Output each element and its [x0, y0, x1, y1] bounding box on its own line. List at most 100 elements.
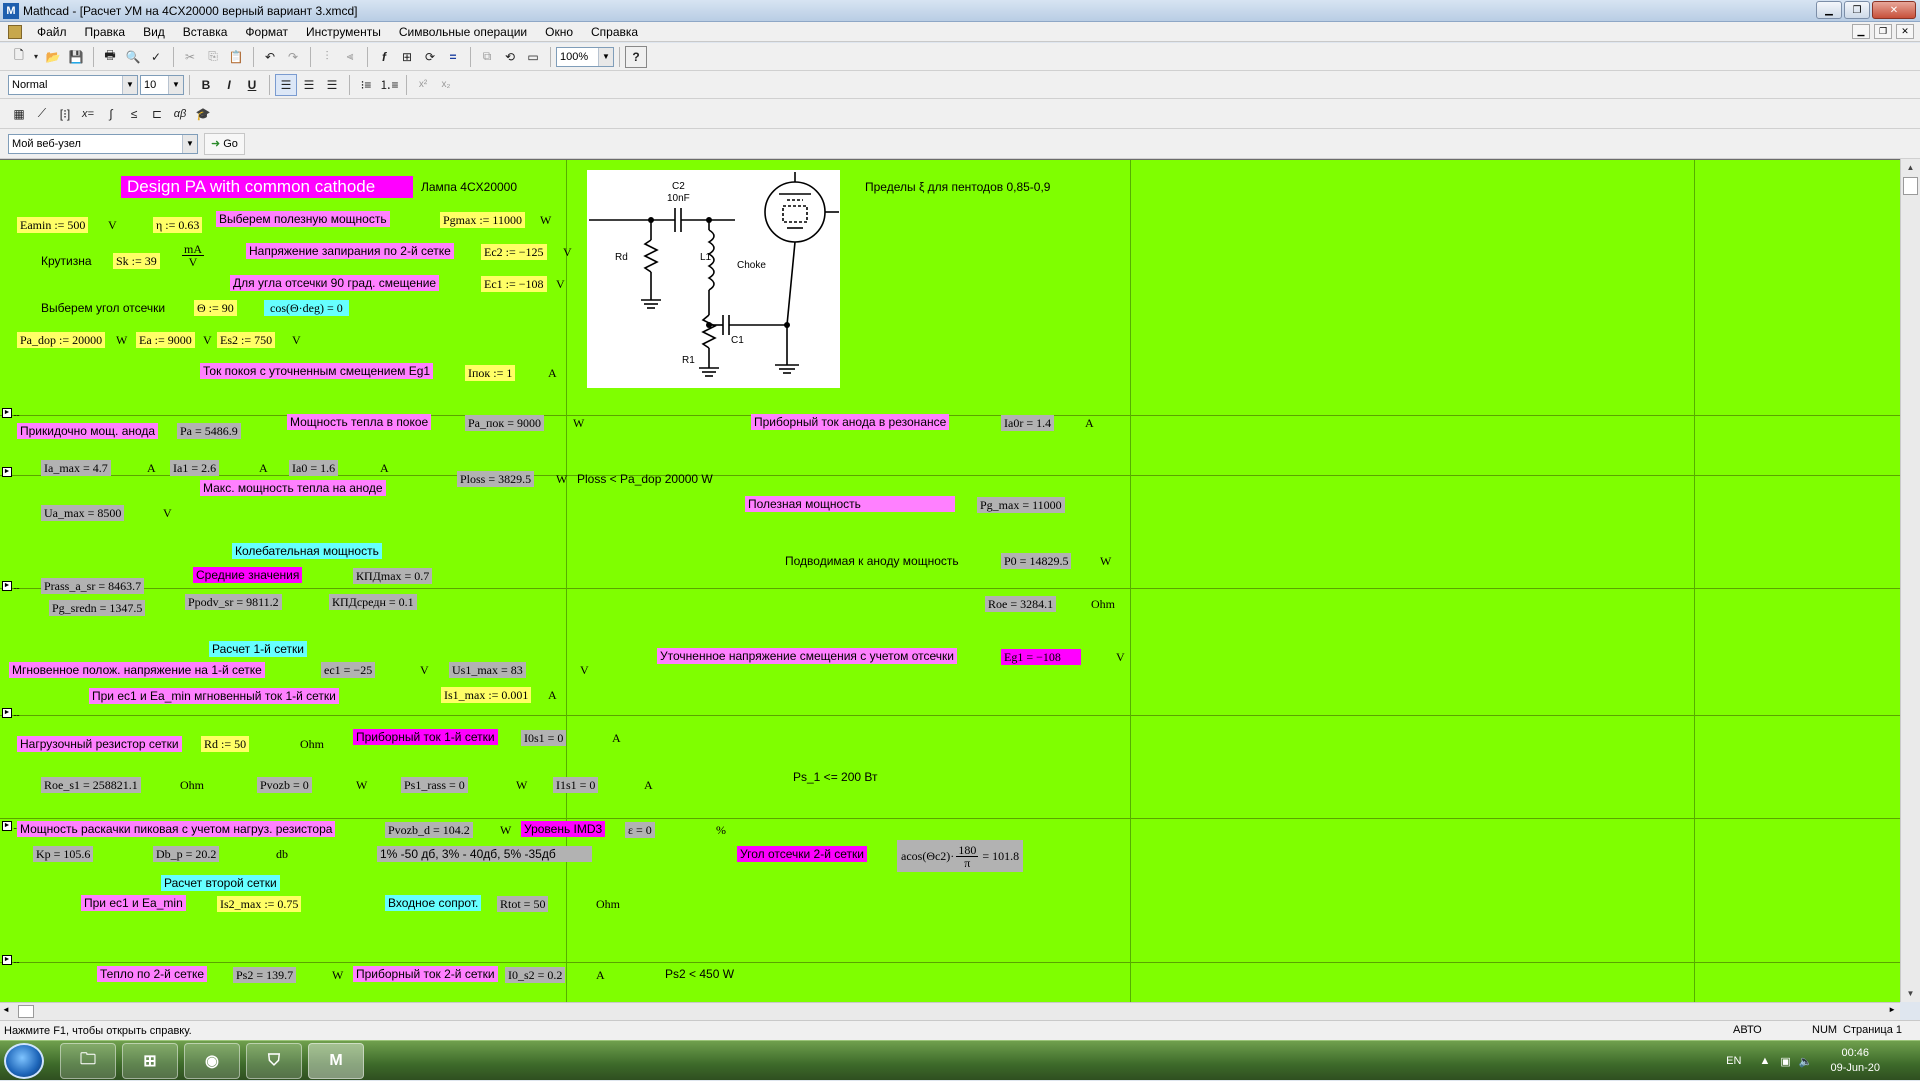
doc-restore-button[interactable]: ❐ — [1874, 24, 1892, 39]
idle-heat-label[interactable]: Мощность тепла в покое — [287, 414, 432, 430]
spell-check-icon[interactable]: ✓ — [145, 46, 167, 68]
minimize-button[interactable]: ▁ — [1816, 1, 1842, 19]
document-icon[interactable] — [8, 24, 22, 39]
menu-view[interactable]: Вид — [134, 22, 174, 42]
hscroll-thumb[interactable] — [18, 1005, 34, 1018]
scroll-up-icon[interactable]: ▲ — [1901, 159, 1920, 176]
i0s1-result[interactable]: I0s1 = 0 — [521, 730, 567, 746]
eps-result[interactable]: ε = 0 — [625, 822, 655, 838]
calculus-icon[interactable]: ∫ — [100, 103, 122, 125]
ea-definition[interactable]: Ea := 9000 — [136, 332, 195, 348]
ploss-result[interactable]: Ploss = 3829.5 — [457, 471, 535, 487]
es2-definition[interactable]: Es2 := 750 — [217, 332, 276, 348]
eamin-definition[interactable]: Eamin := 500 — [17, 217, 89, 233]
choose-power-label[interactable]: Выберем полезную мощность — [216, 211, 390, 227]
zoom-select[interactable]: 100% ▼ — [556, 46, 614, 67]
pg-sredn-result[interactable]: Pg_sredn = 1347.5 — [49, 600, 146, 616]
rd-definition[interactable]: Rd := 50 — [201, 736, 250, 752]
is2-max-definition[interactable]: Is2_max := 0.75 — [217, 896, 302, 912]
menu-insert[interactable]: Вставка — [174, 22, 237, 42]
i0-s2-result[interactable]: I0_s2 = 0.2 — [505, 967, 566, 983]
ipok-definition[interactable]: Iпок := 1 — [465, 365, 516, 381]
pa-estimate-label[interactable]: Прикидочно мощ. анода — [17, 423, 159, 439]
ps2-note[interactable]: Ps2 < 450 W — [665, 966, 734, 982]
region-arrow-icon[interactable]: ► — [2, 708, 12, 718]
eg1-result[interactable]: Eg1 = −108 — [1001, 649, 1081, 665]
equals-icon[interactable]: = — [442, 46, 464, 68]
style-select[interactable]: Normal ▼ — [8, 74, 138, 95]
supplied-power-label[interactable]: Подводимая к аноду мощность — [785, 553, 959, 569]
clock[interactable]: 00:46 09-Jun-20 — [1830, 1046, 1880, 1076]
roe-s1-result[interactable]: Roe_s1 = 258821.1 — [41, 777, 141, 793]
symbolic-icon[interactable]: 🎓 — [192, 103, 214, 125]
acos-evaluation[interactable]: acos(Θc2)· 180 π = 101.8 — [897, 840, 1024, 872]
kpd-max-result[interactable]: КПДmax = 0.7 — [353, 568, 433, 584]
inst-current-g1-label[interactable]: При ec1 и Ea_min мгновенный ток 1-й сетк… — [89, 688, 339, 704]
kpd-sredn-result[interactable]: КПДсредн = 0.1 — [329, 594, 417, 610]
mathcad-taskbar-icon[interactable]: M — [308, 1043, 364, 1079]
region-arrow-icon[interactable]: ► — [2, 467, 12, 477]
ia0-result[interactable]: Ia0 = 1.6 — [289, 460, 339, 476]
useful-power-label[interactable]: Полезная мощность — [745, 496, 955, 512]
insert-component-icon[interactable]: ⧉ — [476, 46, 498, 68]
print-preview-icon[interactable]: 🔍 — [122, 46, 144, 68]
pvozb-d-result[interactable]: Pvozb_d = 104.2 — [385, 822, 473, 838]
ps2-result[interactable]: Ps2 = 139.7 — [233, 967, 297, 983]
roe-result[interactable]: Roe = 3284.1 — [985, 596, 1057, 612]
eta-definition[interactable]: η := 0.63 — [153, 217, 203, 233]
calc-g1-label[interactable]: Расчет 1-й сетки — [209, 641, 307, 657]
kp-result[interactable]: Kp = 105.6 — [33, 846, 94, 862]
calculator-icon[interactable]: ▦ — [8, 103, 30, 125]
scroll-right-icon[interactable]: ► — [1888, 1005, 1896, 1014]
region-arrow-icon[interactable]: ► — [2, 955, 12, 965]
go-button[interactable]: ➜ Go — [204, 132, 245, 155]
steepness-label[interactable]: Крутизна — [41, 253, 92, 269]
align-across-icon[interactable]: ⫶ — [316, 46, 338, 68]
ua-max-result[interactable]: Ua_max = 8500 — [41, 505, 125, 521]
matrix-icon[interactable]: [⁝] — [54, 103, 76, 125]
graph-icon[interactable]: ⟋ — [31, 103, 53, 125]
new-icon[interactable]: 🗋 — [8, 46, 30, 68]
bullets-icon[interactable]: ⁝≡ — [355, 74, 377, 96]
save-icon[interactable]: 💾 — [65, 46, 87, 68]
italic-button[interactable]: I — [218, 74, 240, 96]
ps1-rass-result[interactable]: Ps1_rass = 0 — [401, 777, 468, 793]
inst-pos-label[interactable]: Мгновенное полож. напряжение на 1-й сетк… — [9, 662, 265, 678]
region-arrow-icon[interactable]: ► — [2, 581, 12, 591]
greek-button[interactable]: αβ — [169, 103, 191, 125]
menu-help[interactable]: Справка — [582, 22, 647, 42]
ppodv-result[interactable]: Ppodv_sr = 9811.2 — [185, 594, 282, 610]
menu-format[interactable]: Формат — [236, 22, 297, 42]
chrome-taskbar-icon[interactable]: ◉ — [184, 1043, 240, 1079]
boolean-icon[interactable]: ≤ — [123, 103, 145, 125]
theta-definition[interactable]: Θ := 90 — [194, 300, 237, 316]
res-current-label[interactable]: Приборный ток анода в резонансе — [751, 414, 950, 430]
bold-button[interactable]: B — [195, 74, 217, 96]
pvozb-result[interactable]: Pvozb = 0 — [257, 777, 312, 793]
heat-g2-label[interactable]: Тепло по 2-й сетке — [97, 966, 208, 982]
at-ec1-label[interactable]: При ec1 и Ea_min — [81, 895, 186, 911]
ec2-definition[interactable]: Ec2 := −125 — [481, 244, 547, 260]
db-p-result[interactable]: Db_p = 20.2 — [153, 846, 220, 862]
ia-max-result[interactable]: Ia_max = 4.7 — [41, 460, 111, 476]
imd-note[interactable]: 1% -50 дб, 3% - 40дб, 5% -35дб — [377, 846, 592, 862]
cos-evaluation[interactable]: cos(Θ·deg) = 0 — [264, 300, 349, 316]
ploss-note[interactable]: Ploss < Pa_dop 20000 W — [577, 471, 713, 487]
menu-symbolics[interactable]: Символьные операции — [390, 22, 536, 42]
osc-power-label[interactable]: Колебательная мощность — [232, 543, 382, 559]
us1-max-result[interactable]: Us1_max = 83 — [449, 662, 526, 678]
rtot-result[interactable]: Rtot = 50 — [497, 896, 549, 912]
align-center-icon[interactable]: ☰ — [298, 74, 320, 96]
angle-g2-label[interactable]: Угол отсечки 2-й сетки — [737, 846, 867, 862]
sheet-title[interactable]: Design PA with common cathode — [121, 176, 413, 198]
sk-definition[interactable]: Sk := 39 — [113, 253, 160, 269]
worksheet[interactable]: ► .... ► ► .... ► .... ► .... ► .... Des… — [0, 159, 1900, 1002]
i1s1-result[interactable]: I1s1 = 0 — [553, 777, 599, 793]
max-heat-label[interactable]: Макс. мощность тепла на аноде — [200, 480, 386, 496]
print-icon[interactable]: 🖶 — [99, 46, 121, 68]
browser-taskbar-icon[interactable]: ⛉ — [246, 1043, 302, 1079]
vertical-scrollbar[interactable]: ▲ ▼ — [1900, 159, 1920, 1002]
font-size-select[interactable]: 10 ▼ — [140, 74, 184, 95]
calc-g2-label[interactable]: Расчет второй сетки — [161, 875, 280, 891]
avg-values-label[interactable]: Средние значения — [193, 567, 303, 583]
